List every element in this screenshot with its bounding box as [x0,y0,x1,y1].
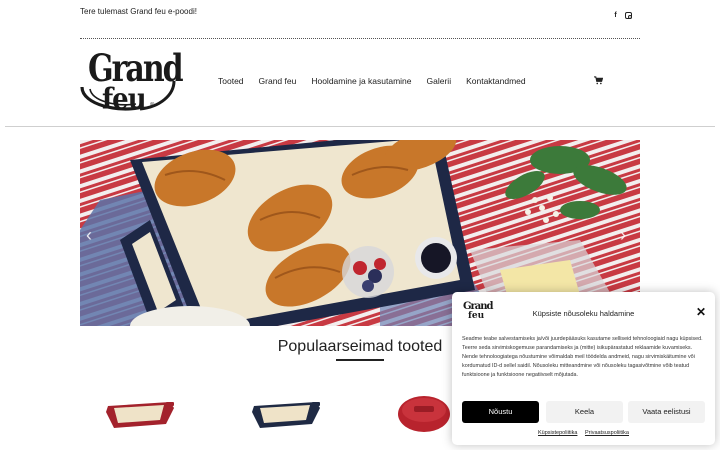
welcome-text: Tere tulemast Grand feu e-poodi! [80,7,197,16]
nav-item-hooldamine[interactable]: Hooldamine ja kasutamine [311,76,411,86]
slider-prev-icon[interactable]: ‹ [86,226,100,244]
cookie-policy-link[interactable]: Küpsistepoliitika [538,430,577,436]
close-icon[interactable]: ✕ [696,306,706,318]
cookie-links: Küpsistepoliitika Privaatsuspoliitika [452,430,715,436]
slider-next-icon[interactable]: › [620,226,634,244]
privacy-policy-link[interactable]: Privaatsuspoliitika [585,430,629,436]
site-logo[interactable]: Grand feu ® [80,47,184,116]
product-red-pot-lid[interactable] [396,394,452,442]
preferences-button[interactable]: Vaata eelistusi [628,401,705,423]
facebook-icon[interactable]: f [612,12,619,19]
nav-item-kontaktandmed[interactable]: Kontaktandmed [466,76,526,86]
deny-button[interactable]: Keela [546,401,623,423]
product-red-dish[interactable] [104,394,176,434]
product-navy-dish[interactable] [250,394,322,434]
cookie-text: Seadme teabe salvestamiseks ja/või juurd… [462,336,703,378]
nav-item-grand-feu[interactable]: Grand feu [259,76,297,86]
nav-item-tooted[interactable]: Tooted [218,76,244,86]
social-links: f [612,12,632,19]
top-bar: Tere tulemast Grand feu e-poodi! f [80,7,640,19]
accept-button[interactable]: Nõustu [462,401,539,423]
title-underline [336,359,384,361]
logo-registered-mark: ® [150,103,155,109]
logo-text-feu: feu [102,83,147,116]
cookie-title: Küpsiste nõusoleku haldamine [532,309,635,318]
top-divider [80,38,640,39]
nav-item-galerii[interactable]: Galerii [427,76,452,86]
cart-icon[interactable] [594,76,603,85]
instagram-icon[interactable] [625,12,632,19]
cookie-consent-dialog: Grand feu Küpsiste nõusoleku haldamine ✕… [452,292,715,445]
main-nav: Tooted Grand feu Hooldamine ja kasutamin… [218,76,541,86]
header-divider [5,126,715,127]
